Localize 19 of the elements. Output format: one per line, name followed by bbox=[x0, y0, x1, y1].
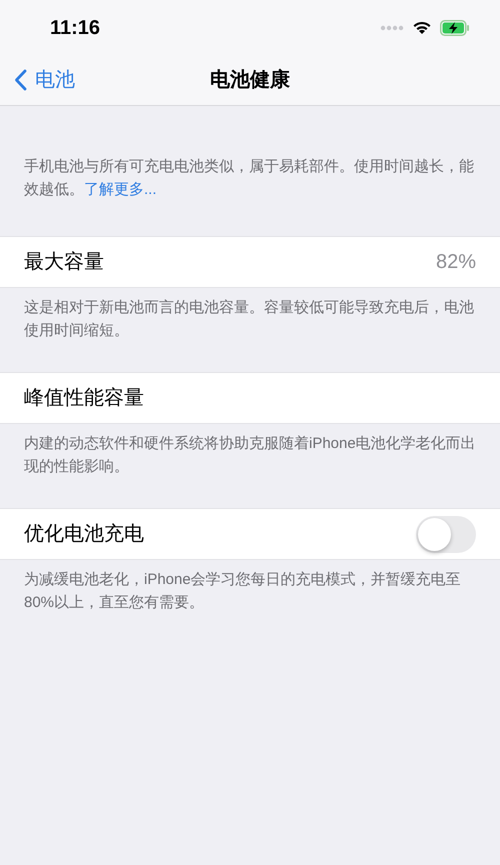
intro-paragraph: 手机电池与所有可充电电池类似，属于易耗部件。使用时间越长，能效越低。了解更多... bbox=[24, 157, 475, 200]
section-footer: 内建的动态软件和硬件系统将协助克服随着iPhone电池化学老化而出现的性能影响。 bbox=[0, 424, 500, 478]
row-value: 82% bbox=[436, 250, 476, 275]
signal-dots-icon bbox=[380, 24, 404, 30]
page-title: 电池健康 bbox=[210, 68, 290, 93]
settings-row[interactable]: 峰值性能容量 bbox=[0, 372, 500, 424]
section-footer: 为减缓电池老化，iPhone会学习您每日的充电模式，并暂缓充电至80%以上，直至您有需要。 bbox=[0, 560, 500, 614]
chevron-left-icon bbox=[14, 69, 27, 91]
section-footer: 这是相对于新电池而言的电池容量。容量较低可能导致充电后，电池使用时间缩短。 bbox=[0, 288, 500, 342]
toggle-switch[interactable] bbox=[416, 516, 476, 552]
back-button[interactable]: 电池 bbox=[14, 55, 75, 105]
learn-more-link[interactable]: 了解更多... bbox=[84, 181, 157, 198]
wifi-icon bbox=[412, 20, 432, 35]
battery-charging-icon bbox=[440, 20, 470, 36]
row-label: 最大容量 bbox=[24, 250, 104, 275]
row-label: 优化电池充电 bbox=[24, 522, 144, 547]
settings-row[interactable]: 最大容量 82% bbox=[0, 236, 500, 288]
row-label: 峰值性能容量 bbox=[24, 386, 144, 411]
status-time: 11:16 bbox=[50, 16, 100, 40]
